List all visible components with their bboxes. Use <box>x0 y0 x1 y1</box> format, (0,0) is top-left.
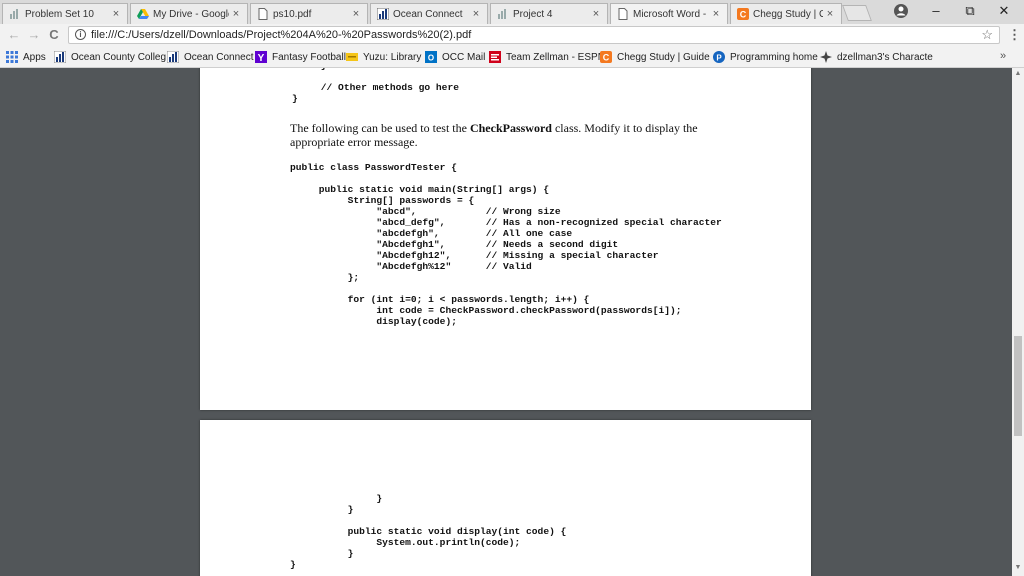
back-button[interactable]: ← <box>6 27 22 43</box>
bookmarks-bar: Apps Ocean County Colleg Ocean Connect Y… <box>0 46 1024 68</box>
close-icon[interactable]: × <box>109 8 123 20</box>
tab-title: My Drive - Google <box>153 8 229 20</box>
espn-icon <box>489 51 501 63</box>
bookmark-label: Chegg Study | Guide <box>617 51 710 63</box>
menu-icon[interactable]: ⋮ <box>1008 27 1021 43</box>
tab-title: Project 4 <box>513 8 553 20</box>
document-icon <box>617 8 629 20</box>
tab-strip: Problem Set 10 × My Drive - Google × ps1… <box>0 0 1024 24</box>
code-block-display-method: } } public static void display(int code)… <box>290 493 567 570</box>
tab-title: Problem Set 10 <box>25 8 94 20</box>
bookmark-label: Programming home <box>730 51 818 63</box>
bookmark-label: Apps <box>23 51 46 63</box>
chegg-icon: C <box>600 51 612 63</box>
new-tab-button[interactable] <box>842 5 872 21</box>
tab-ocean-connect[interactable]: Ocean Connect × <box>370 3 488 24</box>
google-drive-icon <box>137 8 149 20</box>
ocean-connect-icon <box>9 8 21 20</box>
bookmark-label: OCC Mail <box>442 51 486 63</box>
document-icon <box>257 8 269 20</box>
bookmark-label: Fantasy Football <box>272 51 346 63</box>
tab-title: Chegg Study | Gui <box>753 8 823 20</box>
reload-button[interactable]: C <box>46 27 62 43</box>
bookmark-programming-home[interactable]: P Programming home <box>713 50 818 64</box>
scrollbar-thumb[interactable] <box>1014 336 1022 436</box>
bookmark-team-zellman-espn[interactable]: Team Zellman - ESPN <box>489 50 605 64</box>
svg-text:O: O <box>428 54 434 63</box>
tab-ps10-pdf[interactable]: ps10.pdf × <box>250 3 368 24</box>
tab-problem-set-10[interactable]: Problem Set 10 × <box>2 3 128 24</box>
close-icon[interactable]: × <box>823 8 837 20</box>
bookmark-yuzu-library[interactable]: Yuzu: Library <box>346 50 421 64</box>
programming-icon: P <box>713 51 725 63</box>
info-icon[interactable]: i <box>75 29 86 40</box>
svg-text:Y: Y <box>258 53 265 63</box>
bookmark-label: dzellman3's Characte <box>837 51 933 63</box>
yuzu-icon <box>346 51 358 63</box>
svg-text:C: C <box>740 10 747 20</box>
svg-text:C: C <box>603 53 610 63</box>
close-icon[interactable]: × <box>349 8 363 20</box>
bookmark-dzellman3-character[interactable]: dzellman3's Characte <box>820 50 933 64</box>
close-icon[interactable]: × <box>469 8 483 20</box>
address-bar[interactable]: i file:///C:/Users/dzell/Downloads/Proje… <box>68 26 1000 44</box>
pdf-page-2: } } public static void display(int code)… <box>200 420 811 576</box>
code-block-password-tester: public class PasswordTester { public sta… <box>290 162 722 327</box>
ocean-connect-icon <box>497 8 509 20</box>
outlook-icon: O <box>425 51 437 63</box>
bookmark-label: Yuzu: Library <box>363 51 422 63</box>
pdf-page-1: } // Other methods go here } The followi… <box>200 68 811 410</box>
window-close-button[interactable]: ✕ <box>989 2 1019 20</box>
browser-toolbar: ← → C i file:///C:/Users/dzell/Downloads… <box>0 24 1024 46</box>
tab-title: ps10.pdf <box>273 8 312 20</box>
apps-grid-icon <box>6 51 18 63</box>
bookmark-label: Ocean County Colleg <box>71 51 167 63</box>
minimize-button[interactable]: – <box>921 2 951 20</box>
close-icon[interactable]: × <box>229 8 243 20</box>
tab-title: Ocean Connect <box>393 8 463 20</box>
vertical-scrollbar[interactable]: ▲ ▼ <box>1012 68 1024 576</box>
instructions-text: The following can be used to test the <box>290 121 470 135</box>
scroll-down-arrow-icon[interactable]: ▼ <box>1014 564 1022 571</box>
character-icon <box>820 51 832 63</box>
tab-title: Microsoft Word - <box>633 8 707 20</box>
restore-button[interactable]: ⧉ <box>955 2 985 20</box>
bookmark-ocean-connect[interactable]: Ocean Connect <box>166 50 254 64</box>
tab-project-4[interactable]: Project 4 × <box>490 3 608 24</box>
bookmark-apps[interactable]: Apps <box>6 50 46 64</box>
bookmark-label: Team Zellman - ESPN <box>506 51 605 63</box>
bookmark-label: Ocean Connect <box>184 51 254 63</box>
tab-my-drive[interactable]: My Drive - Google × <box>130 3 248 24</box>
tab-microsoft-word[interactable]: Microsoft Word - × <box>610 3 728 24</box>
tab-chegg-study[interactable]: C Chegg Study | Gui × <box>730 3 842 24</box>
close-icon[interactable]: × <box>709 8 723 20</box>
url-text: file:///C:/Users/dzell/Downloads/Project… <box>91 29 472 41</box>
forward-button[interactable]: → <box>26 27 42 43</box>
bookmark-chegg-study[interactable]: C Chegg Study | Guide <box>600 50 710 64</box>
profile-icon[interactable] <box>893 3 909 19</box>
bookmark-fantasy-football[interactable]: Y Fantasy Football <box>255 50 346 64</box>
bookmark-star-icon[interactable]: ☆ <box>981 27 993 43</box>
bookmarks-overflow-button[interactable]: » <box>1000 50 1006 62</box>
ocean-connect-icon <box>166 50 180 64</box>
bookmark-occ-mail[interactable]: O OCC Mail <box>425 50 485 64</box>
instructions-paragraph: The following can be used to test the Ch… <box>290 121 730 149</box>
svg-text:P: P <box>716 54 722 63</box>
class-name-bold: CheckPassword <box>469 121 552 135</box>
close-icon[interactable]: × <box>589 8 603 20</box>
ocean-connect-icon <box>53 50 67 64</box>
bookmark-ocean-county-college[interactable]: Ocean County Colleg <box>53 50 167 64</box>
chegg-icon: C <box>737 8 749 20</box>
yahoo-icon: Y <box>255 51 267 64</box>
pdf-viewer[interactable]: } // Other methods go here } The followi… <box>0 68 1012 576</box>
ocean-connect-icon <box>376 7 390 21</box>
code-block-other-methods: } // Other methods go here } <box>292 68 459 104</box>
scroll-up-arrow-icon[interactable]: ▲ <box>1014 70 1022 77</box>
